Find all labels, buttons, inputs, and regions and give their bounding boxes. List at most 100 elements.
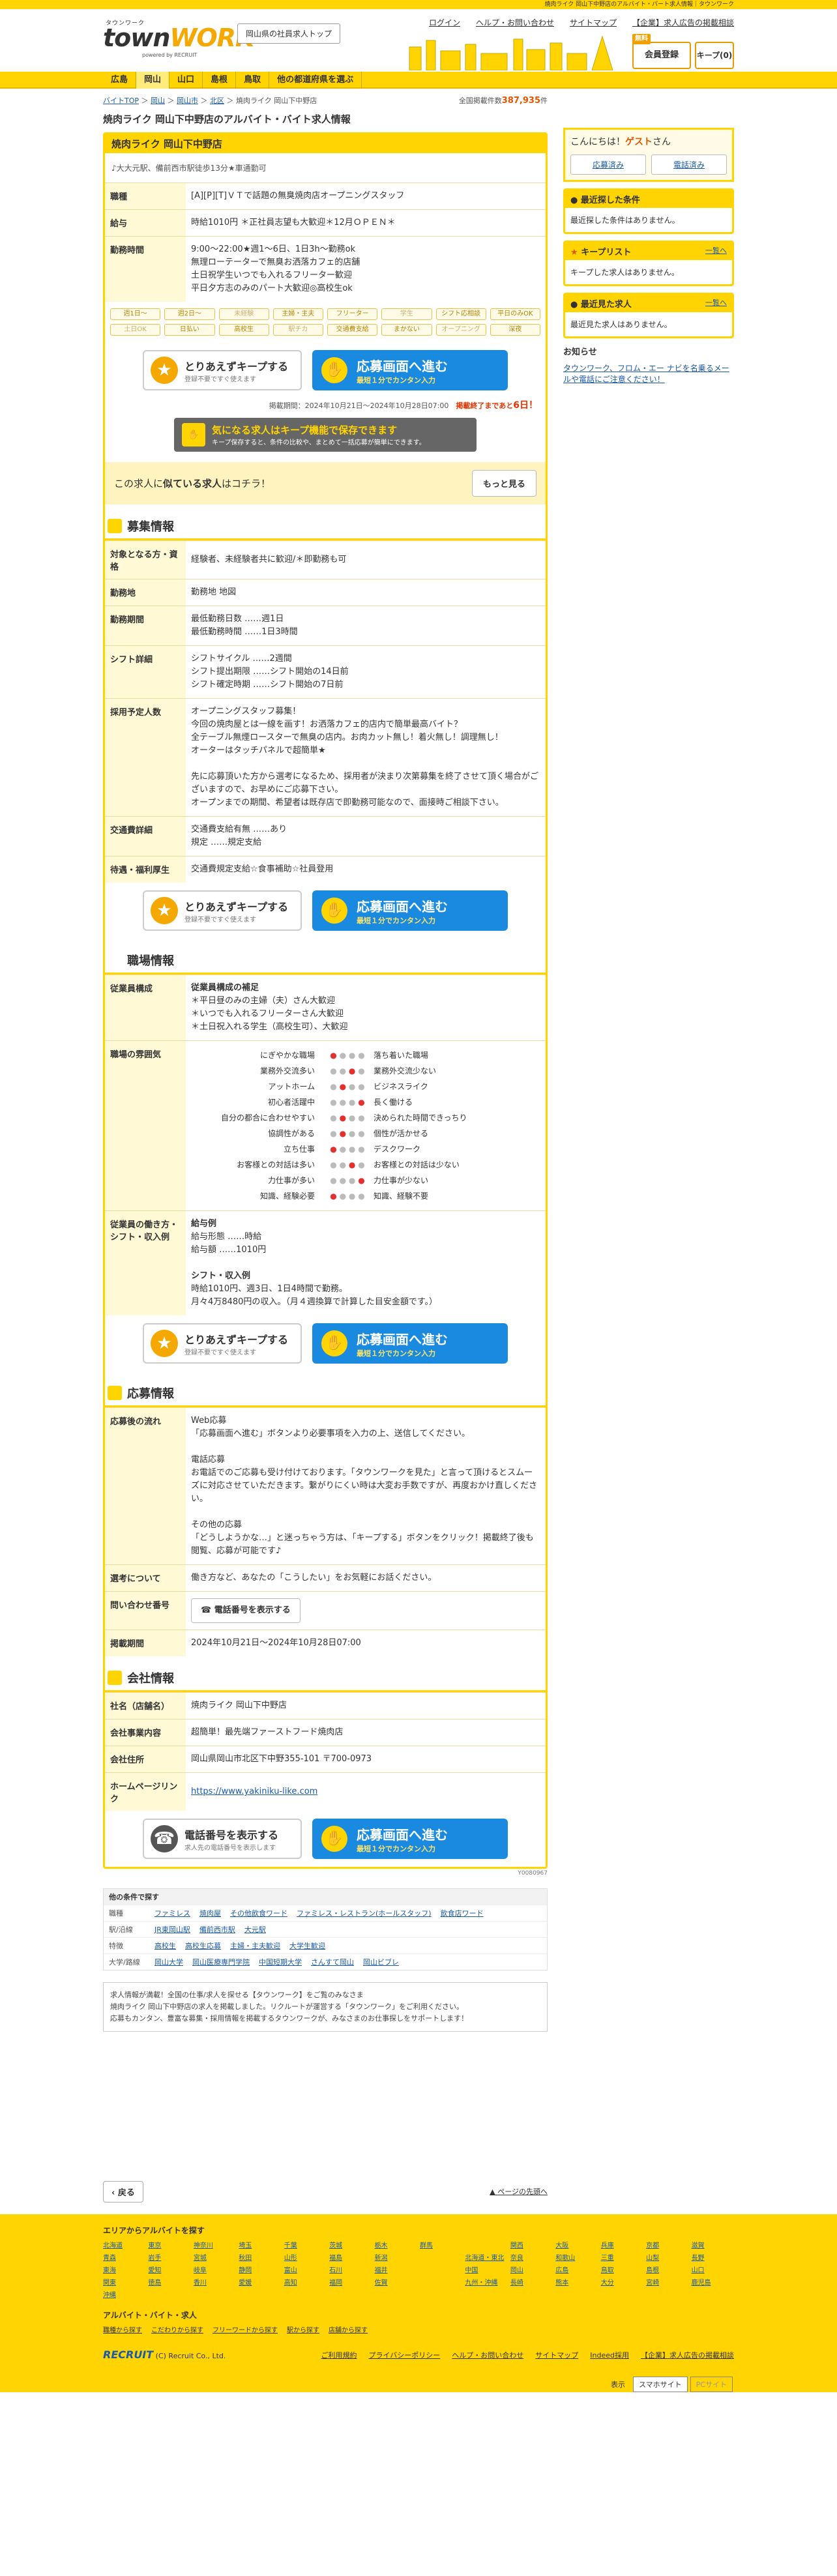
area-link[interactable]: 宮城 bbox=[194, 2252, 236, 2262]
area-link[interactable]: 佐賀 bbox=[375, 2277, 417, 2287]
similar-more-button[interactable]: もっと見る bbox=[471, 470, 536, 497]
area-link[interactable]: 東京 bbox=[148, 2240, 190, 2249]
tel-button[interactable]: ☎ 電話番号を表示する 求人先の電話番号を表示します bbox=[143, 1819, 302, 1859]
keep-list-more[interactable]: 一覧へ bbox=[705, 245, 727, 257]
area-link[interactable]: 島根 bbox=[646, 2264, 688, 2274]
area-link[interactable]: 鳥取 bbox=[601, 2264, 643, 2274]
keep-button[interactable]: ★ とりあえずキープする 登録不要ですぐ使えます bbox=[143, 350, 302, 390]
apply-button[interactable]: ✋ 応募画面へ進む 最短１分でカンタン入力 bbox=[312, 350, 508, 390]
condition-link[interactable]: 岡山医療専門学院 bbox=[192, 1958, 250, 1967]
company-homepage-link[interactable]: https://www.yakiniku-like.com bbox=[191, 1787, 317, 1796]
nav-tottori[interactable]: 鳥取 bbox=[236, 72, 270, 89]
nav-shimane[interactable]: 島根 bbox=[203, 72, 237, 89]
area-link[interactable]: 秋田 bbox=[239, 2252, 281, 2262]
area-link[interactable]: 鹿児島 bbox=[692, 2277, 734, 2287]
condition-link[interactable]: ファミレス・レストラン(ホールスタッフ) bbox=[297, 1909, 432, 1918]
area-link[interactable]: 埼玉 bbox=[239, 2240, 281, 2249]
area-link[interactable]: 滋賀 bbox=[692, 2240, 734, 2249]
area-link[interactable]: 新潟 bbox=[375, 2252, 417, 2262]
area-link[interactable]: 茨城 bbox=[329, 2240, 372, 2249]
sitemap-link[interactable]: サイトマップ bbox=[570, 18, 617, 27]
area-link[interactable]: 京都 bbox=[646, 2240, 688, 2249]
seen-more[interactable]: 一覧へ bbox=[705, 297, 727, 310]
area-link[interactable]: 石川 bbox=[329, 2264, 372, 2274]
area-link[interactable]: 沖縄 bbox=[103, 2289, 145, 2299]
back-button[interactable]: ‹ 戻る bbox=[103, 2180, 143, 2203]
crumb-okayama[interactable]: 岡山 bbox=[151, 96, 165, 105]
area-link[interactable]: 千葉 bbox=[284, 2240, 327, 2249]
condition-link[interactable]: さんすて岡山 bbox=[311, 1958, 354, 1967]
job-link[interactable]: 駅から探す bbox=[287, 2327, 319, 2334]
footer-link[interactable]: ご利用規約 bbox=[321, 2351, 357, 2360]
apply-button-2[interactable]: ✋ 応募画面へ進む 最短１分でカンタン入力 bbox=[312, 890, 508, 931]
register-button[interactable]: 無料 会員登録 bbox=[632, 34, 691, 69]
area-link[interactable]: 広島 bbox=[555, 2264, 598, 2274]
area-link[interactable]: 徳島 bbox=[148, 2277, 190, 2287]
condition-link[interactable]: 焼肉屋 bbox=[199, 1909, 221, 1918]
footer-link[interactable]: 【企業】求人広告の掲載相談 bbox=[641, 2351, 734, 2360]
job-link[interactable]: こだわりから探す bbox=[151, 2327, 203, 2334]
condition-link[interactable]: 中国短期大学 bbox=[259, 1958, 302, 1967]
area-link[interactable]: 福井 bbox=[375, 2264, 417, 2274]
pref-top-button[interactable]: 岡山県の社員求人トップ bbox=[237, 23, 341, 44]
area-link[interactable]: 岐阜 bbox=[194, 2264, 236, 2274]
area-link[interactable]: 三重 bbox=[601, 2252, 643, 2262]
area-link[interactable]: 九州・沖縄 bbox=[465, 2277, 507, 2287]
apply-button-3[interactable]: ✋ 応募画面へ進む 最短１分でカンタン入力 bbox=[312, 1323, 508, 1364]
help-link[interactable]: ヘルプ・お問い合わせ bbox=[476, 18, 554, 27]
job-link[interactable]: フリーワードから探す bbox=[213, 2327, 278, 2334]
area-link[interactable]: 関東 bbox=[103, 2277, 145, 2287]
notice-link[interactable]: タウンワーク、フロム・エー ナビを名乗るメールや電話にご注意ください！ bbox=[563, 364, 729, 384]
condition-link[interactable]: 岡山大学 bbox=[154, 1958, 183, 1967]
nav-hiroshima[interactable]: 広島 bbox=[103, 72, 137, 89]
show-tel-button[interactable]: ☎ 電話番号を表示する bbox=[191, 1598, 301, 1623]
area-link[interactable]: 群馬 bbox=[420, 2240, 462, 2249]
nav-okayama[interactable]: 岡山 bbox=[136, 72, 170, 89]
footer-link[interactable]: プライバシーポリシー bbox=[369, 2351, 441, 2360]
area-link[interactable]: 高知 bbox=[284, 2277, 327, 2287]
nav-other-pref[interactable]: 他の都道府県を選ぶ bbox=[269, 72, 362, 89]
nav-yamaguchi[interactable]: 山口 bbox=[169, 72, 203, 89]
keep-button-2[interactable]: ★ とりあえずキープする 登録不要ですぐ使えます bbox=[143, 890, 302, 931]
area-link[interactable]: 愛媛 bbox=[239, 2277, 281, 2287]
page-top-link[interactable]: ▲ ページの先頭へ bbox=[490, 2186, 548, 2197]
area-link[interactable]: 青森 bbox=[103, 2252, 145, 2262]
applied-link[interactable]: 応募済み bbox=[570, 154, 646, 175]
keep-button-3[interactable]: ★ とりあえずキープする 登録不要ですぐ使えます bbox=[143, 1323, 302, 1364]
corp-ad-link[interactable]: 【企業】求人広告の掲載相談 bbox=[632, 18, 734, 27]
area-link[interactable]: 神奈川 bbox=[194, 2240, 236, 2249]
condition-link[interactable]: 主婦・主夫歓迎 bbox=[230, 1942, 280, 1950]
called-link[interactable]: 電話済み bbox=[651, 154, 727, 175]
condition-link[interactable]: その他飲食ワード bbox=[230, 1909, 287, 1918]
area-link[interactable]: 大分 bbox=[601, 2277, 643, 2287]
area-link[interactable]: 和歌山 bbox=[555, 2252, 598, 2262]
area-link[interactable]: 山梨 bbox=[646, 2252, 688, 2262]
condition-link[interactable]: 高校生応募 bbox=[185, 1942, 221, 1950]
area-link[interactable]: 熊本 bbox=[555, 2277, 598, 2287]
crumb-top[interactable]: バイトTOP bbox=[103, 96, 139, 105]
area-link[interactable]: 福岡 bbox=[329, 2277, 372, 2287]
area-link[interactable]: 大阪 bbox=[555, 2240, 598, 2249]
area-link[interactable]: 山口 bbox=[692, 2264, 734, 2274]
area-link[interactable]: 長野 bbox=[692, 2252, 734, 2262]
area-link[interactable]: 香川 bbox=[194, 2277, 236, 2287]
condition-link[interactable]: 岡山ビブレ bbox=[363, 1958, 399, 1967]
area-link[interactable]: 福島 bbox=[329, 2252, 372, 2262]
area-link[interactable]: 北海道 bbox=[103, 2240, 145, 2249]
area-link[interactable]: 愛知 bbox=[148, 2264, 190, 2274]
crumb-okayama-city[interactable]: 岡山市 bbox=[177, 96, 198, 105]
footer-link[interactable]: サイトマップ bbox=[535, 2351, 578, 2360]
smartphone-site-button[interactable]: スマホサイト bbox=[633, 2377, 688, 2392]
condition-link[interactable]: 高校生 bbox=[154, 1942, 176, 1950]
footer-link[interactable]: Indeed採用 bbox=[590, 2351, 629, 2360]
area-link[interactable]: 中国 bbox=[465, 2264, 507, 2274]
crumb-kita[interactable]: 北区 bbox=[210, 96, 224, 105]
area-link[interactable]: 奈良 bbox=[510, 2252, 553, 2262]
area-link[interactable]: 兵庫 bbox=[601, 2240, 643, 2249]
condition-link[interactable]: 備前西市駅 bbox=[199, 1925, 235, 1934]
area-link[interactable]: 長崎 bbox=[510, 2277, 553, 2287]
area-link[interactable]: 関西 bbox=[510, 2240, 553, 2249]
area-link[interactable]: 山形 bbox=[284, 2252, 327, 2262]
area-link[interactable]: 静岡 bbox=[239, 2264, 281, 2274]
footer-link[interactable]: ヘルプ・お問い合わせ bbox=[452, 2351, 523, 2360]
